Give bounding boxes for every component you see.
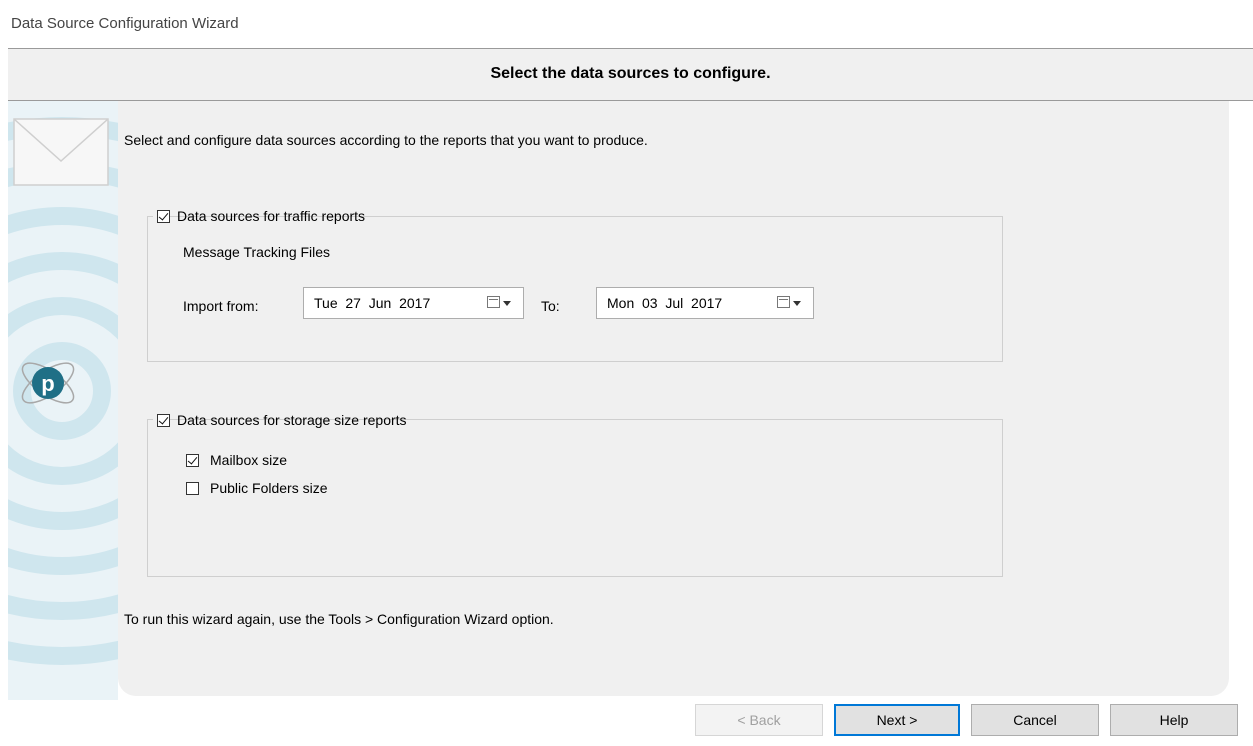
to-label: To: — [541, 298, 560, 314]
import-from-date-value: Tue 27 Jun 2017 — [314, 295, 431, 311]
traffic-group — [147, 216, 1003, 362]
message-tracking-heading: Message Tracking Files — [183, 244, 331, 260]
mailbox-size-checkbox[interactable] — [186, 454, 199, 467]
storage-legend: Data sources for storage size reports — [153, 411, 407, 431]
envelope-icon — [13, 118, 109, 186]
traffic-legend: Data sources for traffic reports — [153, 207, 365, 227]
storage-checkbox[interactable] — [157, 414, 170, 427]
storage-checkbox-label: Data sources for storage size reports — [177, 412, 407, 428]
calendar-icon[interactable] — [487, 296, 500, 308]
next-button[interactable]: Next > — [834, 704, 960, 736]
to-date-picker[interactable]: Mon 03 Jul 2017 — [596, 287, 814, 319]
mailbox-size-label: Mailbox size — [210, 452, 288, 468]
back-button[interactable]: < Back — [695, 704, 823, 736]
help-button[interactable]: Help — [1110, 704, 1238, 736]
to-date-value: Mon 03 Jul 2017 — [607, 295, 723, 311]
public-folders-size-checkbox[interactable] — [186, 482, 199, 495]
footnote-text: To run this wizard again, use the Tools … — [124, 611, 554, 627]
storage-group — [147, 419, 1003, 577]
calendar-icon[interactable] — [777, 296, 790, 308]
window-title: Data Source Configuration Wizard — [11, 15, 239, 32]
swirl-graphic: p — [8, 117, 118, 665]
wizard-side-graphic: p — [8, 101, 118, 700]
traffic-checkbox-label: Data sources for traffic reports — [177, 208, 366, 224]
title-bar: Data Source Configuration Wizard — [0, 0, 1253, 48]
import-from-date-picker[interactable]: Tue 27 Jun 2017 — [303, 287, 524, 319]
chevron-down-icon[interactable] — [793, 301, 801, 306]
chevron-down-icon[interactable] — [503, 301, 511, 306]
svg-text:p: p — [41, 371, 54, 396]
import-from-label: Import from: — [183, 298, 259, 314]
traffic-checkbox[interactable] — [157, 210, 170, 223]
cancel-button[interactable]: Cancel — [971, 704, 1099, 736]
intro-text: Select and configure data sources accord… — [124, 132, 648, 148]
right-margin — [1229, 101, 1253, 700]
wizard-content: Select and configure data sources accord… — [118, 101, 1229, 696]
page-title: Select the data sources to configure. — [490, 65, 771, 82]
public-folders-size-label: Public Folders size — [210, 480, 328, 496]
wizard-header: Select the data sources to configure. — [8, 48, 1253, 101]
